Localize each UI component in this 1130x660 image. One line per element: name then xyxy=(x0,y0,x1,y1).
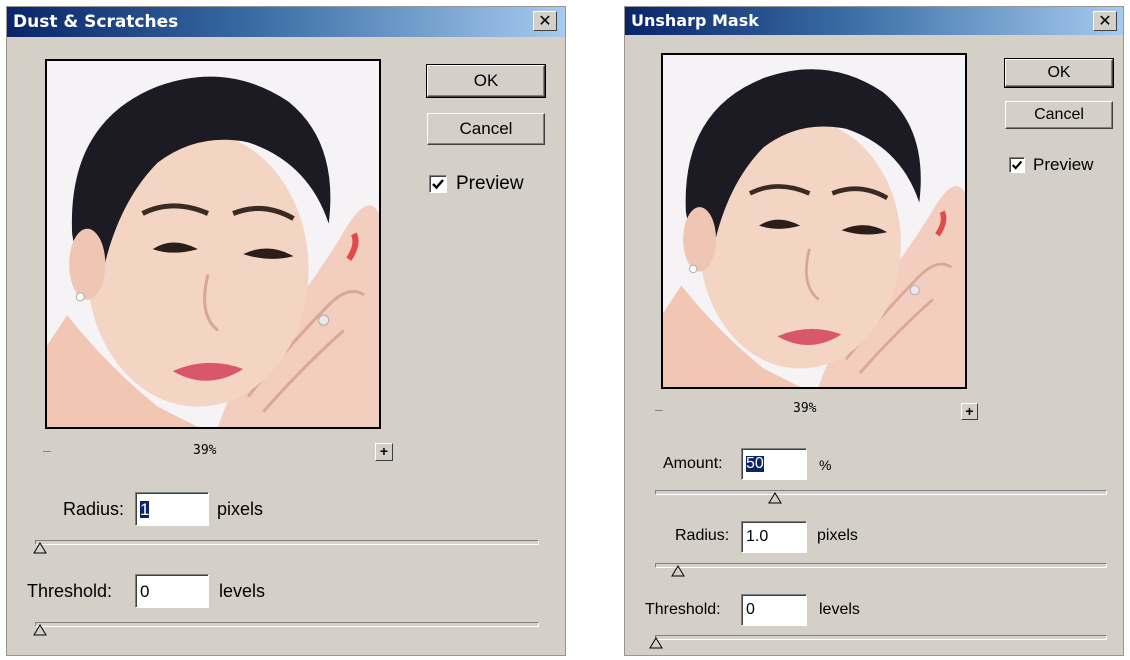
checkmark-icon xyxy=(1011,160,1023,170)
unsharp-zoom-out-button[interactable]: – xyxy=(655,401,663,417)
unsharp-radius-slider-track[interactable] xyxy=(655,563,1107,568)
dust-radius-value: 1 xyxy=(140,499,150,519)
dust-radius-unit: pixels xyxy=(217,499,264,519)
unsharp-zoom-level: 39% xyxy=(793,401,817,416)
dust-radius-label: Radius: xyxy=(63,499,125,519)
dust-title-bar: Dust & Scratches ✕ xyxy=(7,7,565,37)
dust-zoom-out-button[interactable]: – xyxy=(43,442,51,458)
dust-zoom-level: 39% xyxy=(193,443,217,458)
dust-preview-checkbox[interactable] xyxy=(429,175,447,193)
unsharp-amount-value: 50 xyxy=(746,455,764,472)
dust-threshold-unit: levels xyxy=(219,581,266,601)
unsharp-threshold-value: 0 xyxy=(746,601,755,618)
unsharp-cancel-button[interactable]: Cancel xyxy=(1005,101,1113,129)
unsharp-preview-image[interactable] xyxy=(661,53,967,389)
dust-title: Dust & Scratches xyxy=(13,12,179,32)
unsharp-ok-button[interactable]: OK xyxy=(1004,58,1114,88)
dust-close-button[interactable]: ✕ xyxy=(533,11,557,31)
portrait-image xyxy=(47,61,379,427)
portrait-image xyxy=(663,55,965,387)
dust-preview-image[interactable] xyxy=(45,59,381,429)
unsharp-radius-value: 1.0 xyxy=(746,528,769,545)
checkmark-icon xyxy=(432,179,444,190)
unsharp-threshold-unit: levels xyxy=(819,601,860,618)
dust-radius-slider-track[interactable] xyxy=(35,540,539,545)
unsharp-amount-slider-thumb[interactable] xyxy=(768,492,782,504)
unsharp-amount-label: Amount: xyxy=(663,455,723,472)
unsharp-zoom-in-button[interactable]: + xyxy=(961,403,978,420)
unsharp-title-bar: Unsharp Mask ✕ xyxy=(625,7,1123,35)
unsharp-mask-dialog: Unsharp Mask ✕ OK Cancel Preview – 39% +… xyxy=(624,6,1124,656)
unsharp-amount-slider-track[interactable] xyxy=(655,490,1107,495)
unsharp-radius-slider-thumb[interactable] xyxy=(671,565,685,577)
close-icon: ✕ xyxy=(1098,11,1112,30)
dust-threshold-slider-thumb[interactable] xyxy=(33,624,47,636)
dust-preview-label: Preview xyxy=(456,173,524,194)
dust-threshold-slider-track[interactable] xyxy=(35,622,539,627)
dust-radius-input[interactable]: 1 xyxy=(135,492,209,526)
dust-cancel-button[interactable]: Cancel xyxy=(427,113,545,145)
dust-ok-button[interactable]: OK xyxy=(426,64,546,98)
unsharp-radius-unit: pixels xyxy=(817,527,858,544)
dust-scratches-dialog: Dust & Scratches ✕ OK Cancel Preview – 3… xyxy=(6,6,566,656)
unsharp-title: Unsharp Mask xyxy=(631,11,759,30)
dust-zoom-in-button[interactable]: + xyxy=(375,443,393,461)
unsharp-threshold-slider-thumb[interactable] xyxy=(649,637,663,649)
unsharp-threshold-label: Threshold: xyxy=(645,601,721,618)
unsharp-amount-unit: % xyxy=(819,457,832,473)
unsharp-threshold-input[interactable]: 0 xyxy=(741,594,807,626)
unsharp-close-button[interactable]: ✕ xyxy=(1093,11,1117,31)
dust-radius-slider-thumb[interactable] xyxy=(33,542,47,554)
unsharp-amount-input[interactable]: 50 xyxy=(741,448,807,480)
unsharp-preview-checkbox[interactable] xyxy=(1009,157,1025,173)
unsharp-radius-label: Radius: xyxy=(675,527,730,544)
unsharp-preview-label: Preview xyxy=(1033,155,1094,174)
close-icon: ✕ xyxy=(538,11,552,30)
unsharp-threshold-slider-track[interactable] xyxy=(655,635,1107,640)
dust-threshold-value: 0 xyxy=(140,581,150,601)
unsharp-radius-input[interactable]: 1.0 xyxy=(741,521,807,553)
dust-threshold-input[interactable]: 0 xyxy=(135,574,209,608)
dust-threshold-label: Threshold: xyxy=(27,581,113,601)
